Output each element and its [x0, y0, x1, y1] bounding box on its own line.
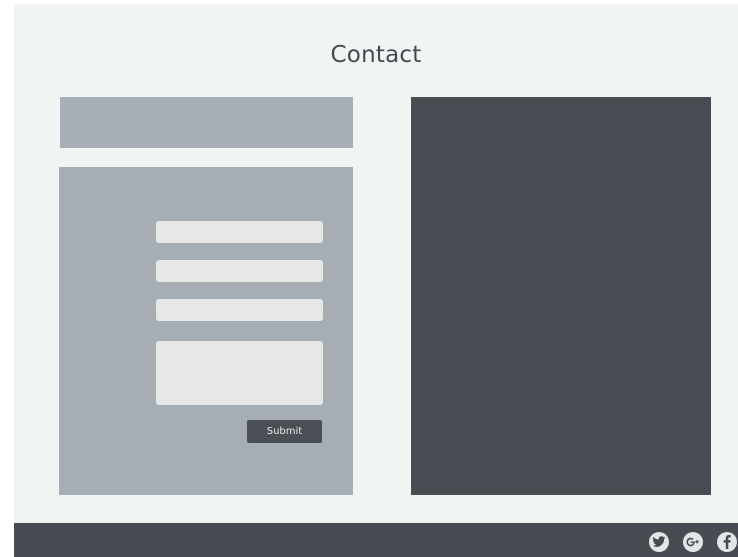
- contact-form: Submit: [59, 167, 353, 495]
- message-field[interactable]: [156, 341, 323, 405]
- google-plus-icon[interactable]: [683, 532, 703, 552]
- subject-field[interactable]: [156, 299, 323, 321]
- form-header-placeholder: [60, 97, 353, 148]
- name-field[interactable]: [156, 221, 323, 243]
- twitter-icon[interactable]: [649, 532, 669, 552]
- facebook-icon[interactable]: [717, 532, 737, 552]
- map-placeholder: [411, 97, 711, 495]
- footer-bar: [14, 523, 738, 557]
- email-field[interactable]: [156, 260, 323, 282]
- submit-button[interactable]: Submit: [247, 420, 322, 443]
- page-title: Contact: [330, 42, 422, 68]
- contact-page: Contact Submit: [14, 4, 738, 557]
